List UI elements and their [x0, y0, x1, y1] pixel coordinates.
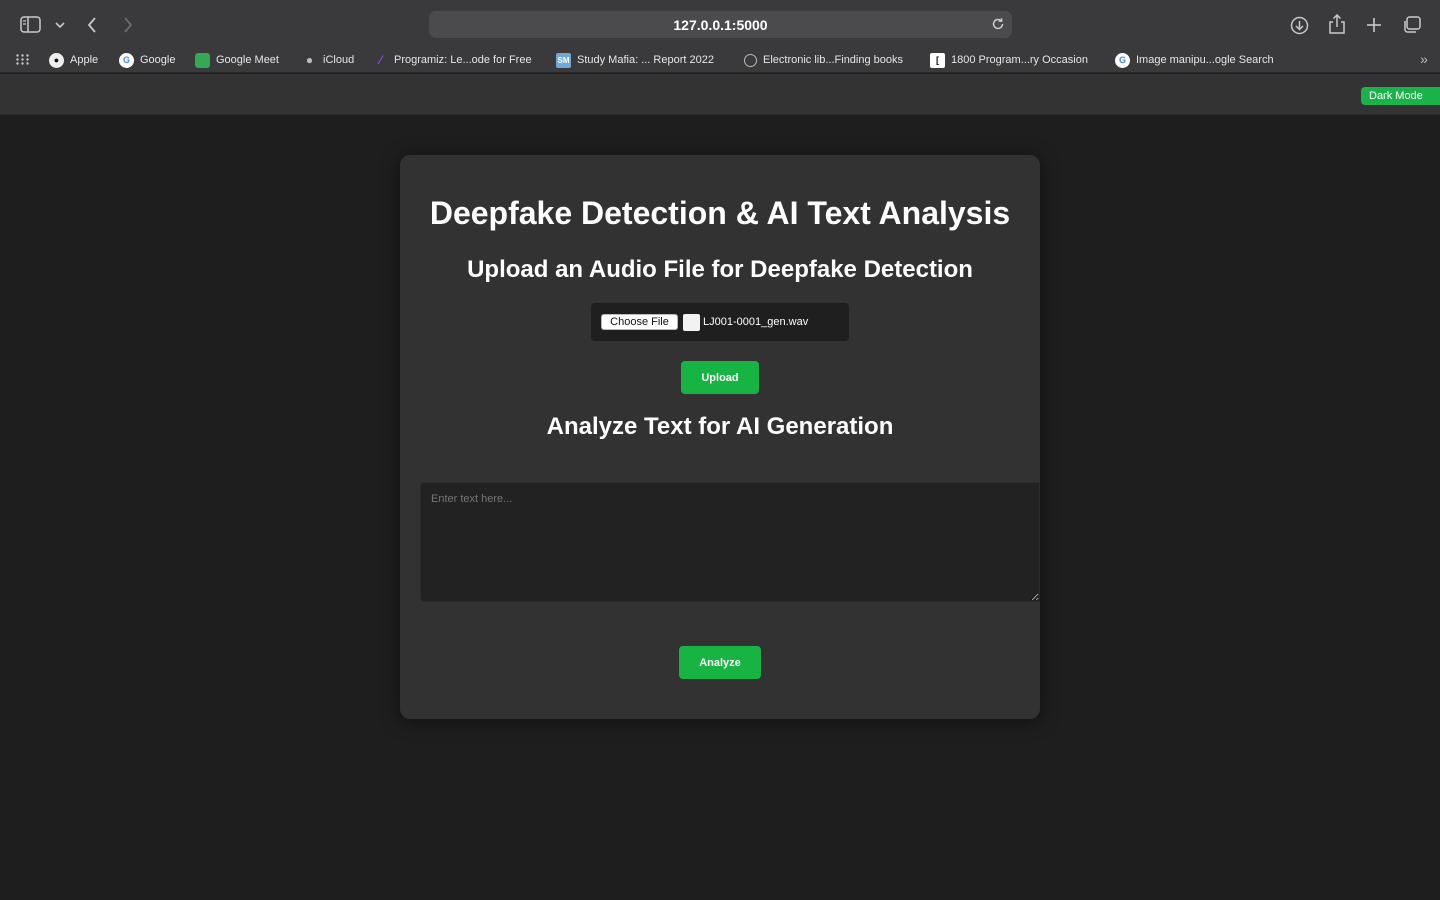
file-icon — [683, 313, 700, 331]
text-input[interactable] — [420, 482, 1040, 602]
browser-toolbar: 127.0.0.1:5000 — [0, 0, 1440, 46]
programiz-icon: ⁄ — [379, 53, 382, 67]
chevron-down-icon[interactable] — [54, 19, 66, 31]
bookmark-label: Programiz: Le...ode for Free — [394, 54, 532, 66]
tab-overview-icon[interactable] — [1402, 16, 1421, 34]
forward-icon[interactable] — [120, 16, 136, 34]
bookmark-label: Image manipu...ogle Search — [1136, 54, 1274, 66]
upload-heading: Upload an Audio File for Deepfake Detect… — [467, 256, 973, 283]
bookmark-study-mafia[interactable]: SM Study Mafia: ... Report 2022 — [556, 51, 714, 69]
bookmark-image-search[interactable]: G Image manipu...ogle Search — [1115, 51, 1274, 69]
bracket-icon: [ — [930, 52, 945, 68]
bookmarks-bar: ● Apple G Google Google Meet ● iCloud ⁄ … — [0, 46, 1440, 73]
bookmark-label: iCloud — [323, 54, 355, 66]
google-icon: G — [119, 52, 134, 68]
main-card: Deepfake Detection & AI Text Analysis Up… — [400, 155, 1040, 719]
download-icon[interactable] — [1290, 16, 1309, 35]
bookmark-apple[interactable]: ● Apple — [49, 51, 98, 69]
upload-button[interactable]: Upload — [681, 361, 759, 394]
bookmark-1800-programs[interactable]: [ 1800 Program...ry Occasion — [930, 51, 1088, 69]
bookmark-label: 1800 Program...ry Occasion — [951, 54, 1088, 66]
bookmark-label: Study Mafia: ... Report 2022 — [577, 54, 714, 66]
globe-icon — [744, 53, 757, 67]
reload-icon[interactable] — [990, 16, 1006, 32]
bookmark-google[interactable]: G Google — [119, 51, 175, 69]
bookmark-icloud[interactable]: ● iCloud — [302, 51, 354, 69]
app-header: Dark Mode — [0, 74, 1440, 115]
bookmark-label: Google Meet — [216, 54, 279, 66]
sidebar-toggle-icon[interactable] — [20, 16, 41, 33]
page-title: Deepfake Detection & AI Text Analysis — [429, 195, 1011, 231]
chevron-double-right-icon[interactable]: » — [1416, 51, 1432, 67]
back-icon[interactable] — [84, 16, 100, 34]
new-tab-icon[interactable] — [1366, 17, 1382, 33]
choose-file-button[interactable]: Choose File — [601, 314, 678, 330]
apple-icon: ● — [49, 52, 64, 68]
bookmark-google-meet[interactable]: Google Meet — [195, 51, 279, 69]
analyze-button[interactable]: Analyze — [679, 646, 761, 679]
grid-icon[interactable] — [16, 54, 29, 65]
bookmark-electronic-lib[interactable]: Electronic lib...Finding books — [744, 51, 903, 69]
bookmark-programiz[interactable]: ⁄ Programiz: Le...ode for Free — [373, 51, 532, 69]
url-text: 127.0.0.1:5000 — [673, 16, 768, 33]
file-input[interactable]: Choose File LJ001-0001_gen.wav — [591, 303, 849, 341]
bookmark-label: Google — [140, 54, 176, 66]
google-meet-icon — [195, 52, 210, 68]
selected-file-name: LJ001-0001_gen.wav — [703, 316, 809, 328]
share-icon[interactable] — [1328, 14, 1346, 35]
address-bar[interactable]: 127.0.0.1:5000 — [429, 11, 1012, 38]
apple-icon: ● — [305, 53, 314, 67]
bookmark-label: Apple — [70, 54, 99, 66]
study-mafia-icon: SM — [556, 52, 571, 68]
bookmark-label: Electronic lib...Finding books — [763, 54, 904, 66]
dark-mode-toggle[interactable]: Dark Mode — [1361, 87, 1440, 105]
analyze-heading: Analyze Text for AI Generation — [546, 413, 894, 440]
google-icon: G — [1115, 52, 1130, 68]
